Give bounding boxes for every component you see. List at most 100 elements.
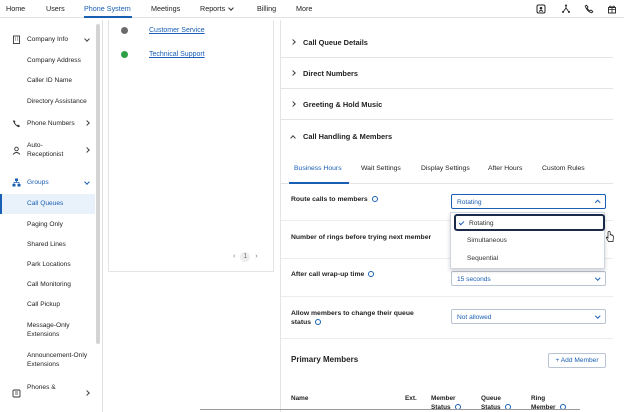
chevron-right-icon (84, 120, 90, 126)
queue-link-customer-service[interactable]: Customer Service (149, 27, 205, 34)
sidebar-item-announcement-only-extensions[interactable]: Announcement-Only Extensions (0, 351, 95, 369)
sidebar-item-call-monitoring[interactable]: Call Monitoring (0, 280, 95, 289)
nav-billing[interactable]: Billing (257, 4, 276, 13)
groups-icon (12, 178, 21, 187)
info-icon[interactable] (315, 319, 322, 325)
allow-change-select[interactable]: Not allowed (451, 309, 606, 324)
receptionist-icon (12, 146, 21, 155)
allow-change-label-text2: status (291, 319, 312, 326)
section-direct-numbers[interactable]: Direct Numbers (281, 59, 613, 89)
list-item[interactable]: Technical Support (109, 44, 275, 68)
tab-business-hours[interactable]: Business Hours (294, 165, 342, 172)
nav-reports[interactable]: Reports (200, 4, 235, 13)
sidebar-item-directory-assistance[interactable]: Directory Assistance (0, 97, 95, 106)
pager-page[interactable]: 1 (240, 252, 251, 262)
sidebar-item-caller-id-name[interactable]: Caller ID Name (0, 76, 95, 85)
chevron-up-icon (290, 135, 296, 141)
sidebar-item-label: Company Info (27, 36, 69, 43)
sidebar-item-company-info[interactable]: Company Info (0, 35, 95, 44)
dropdown-option-label: Simultaneous (467, 237, 507, 244)
sidebar-item-phones-devices[interactable]: Phones & (0, 383, 95, 398)
sidebar-item-call-pickup[interactable]: Call Pickup (0, 300, 95, 309)
section-call-handling-members[interactable]: Call Handling & Members (281, 122, 613, 152)
contact-card-icon[interactable] (536, 4, 546, 14)
tab-after-hours[interactable]: After Hours (488, 165, 522, 172)
tab-custom-rules[interactable]: Custom Rules (542, 165, 585, 172)
divider (200, 409, 580, 410)
sidebar: Company Info Company Address Caller ID N… (0, 20, 103, 412)
sidebar-item-auto-receptionist[interactable]: Auto- Receptionist (0, 141, 95, 159)
nav-meetings[interactable]: Meetings (151, 4, 180, 13)
chevron-down-icon (84, 36, 90, 42)
section-title: Call Queue Details (303, 38, 368, 47)
nav-active-indicator (84, 16, 132, 18)
info-icon[interactable] (371, 196, 378, 202)
chevron-right-icon (84, 390, 90, 396)
route-calls-label-text: Route calls to members (291, 196, 368, 203)
sidebar-item-label: Phones & (27, 384, 56, 391)
dropdown-option-sequential[interactable]: Sequential (451, 250, 604, 268)
sidebar-item-label: Phone Numbers (27, 120, 75, 127)
wrapup-select[interactable]: 15 seconds (451, 271, 606, 286)
section-title: Direct Numbers (303, 69, 359, 78)
dropdown-option-rotating[interactable]: Rotating (454, 214, 605, 231)
sidebar-item-message-only-extensions[interactable]: Message-Only Extensions (0, 321, 95, 339)
rings-label: Number of rings before trying next membe… (291, 234, 432, 241)
tab-active-indicator (289, 182, 349, 184)
chevron-right-icon (290, 101, 296, 107)
tab-display-settings[interactable]: Display Settings (421, 165, 470, 172)
gift-icon[interactable] (607, 4, 617, 14)
call-queue-list: Customer Service Technical Support ‹ 1 › (108, 20, 274, 272)
sidebar-item-label: Groups (27, 179, 49, 186)
phone-icon[interactable] (584, 4, 594, 14)
nav-users[interactable]: Users (46, 4, 65, 13)
sidebar-item-call-queues[interactable]: Call Queues (0, 194, 95, 214)
queue-link-technical-support[interactable]: Technical Support (149, 51, 205, 58)
settings-tabs: Business Hours Wait Settings Display Set… (281, 158, 613, 184)
pager-prev-icon[interactable]: ‹ (233, 253, 235, 260)
building-icon (13, 35, 20, 44)
tab-wait-settings[interactable]: Wait Settings (361, 165, 401, 172)
info-icon[interactable] (368, 271, 375, 277)
section-title: Greeting & Hold Music (303, 100, 383, 109)
column-header-text: Member (431, 395, 456, 402)
allow-change-label-text: Allow members to change their queue (291, 310, 414, 317)
sidebar-item-park-locations[interactable]: Park Locations (0, 260, 95, 269)
device-icon (12, 389, 21, 398)
sidebar-item-company-address[interactable]: Company Address (0, 56, 95, 65)
add-member-button[interactable]: + Add Member (548, 353, 606, 368)
chevron-right-icon (290, 39, 296, 45)
sidebar-scrollbar[interactable] (96, 24, 100, 344)
chevron-down-icon (594, 313, 600, 319)
route-calls-select[interactable]: Rotating (451, 194, 606, 209)
dropdown-option-simultaneous[interactable]: Simultaneous (451, 232, 604, 250)
status-dot (121, 51, 128, 58)
wrapup-label-text: After call wrap-up time (291, 271, 365, 278)
wrapup-value: 15 seconds (457, 275, 491, 283)
allow-change-value: Not allowed (457, 313, 492, 321)
nav-reports-label: Reports (200, 4, 226, 13)
chevron-down-icon (84, 179, 90, 185)
nav-phone-system[interactable]: Phone System (84, 4, 131, 13)
section-greeting-hold-music[interactable]: Greeting & Hold Music (281, 90, 613, 120)
sidebar-item-phone-numbers[interactable]: Phone Numbers (0, 119, 95, 128)
column-header-ext[interactable]: Ext. (405, 394, 417, 403)
pagination: ‹ 1 › (233, 252, 258, 262)
section-call-queue-details[interactable]: Call Queue Details (281, 28, 613, 58)
chevron-right-icon (290, 70, 296, 76)
nav-home[interactable]: Home (6, 4, 25, 13)
dropdown-option-label: Sequential (467, 255, 499, 262)
nav-more[interactable]: More (296, 4, 312, 13)
check-icon (458, 219, 465, 226)
column-header-name[interactable]: Name (291, 394, 308, 403)
list-item[interactable]: Customer Service (109, 20, 275, 44)
pager-next-icon[interactable]: › (255, 253, 257, 260)
chevron-up-icon (594, 200, 600, 206)
org-tree-icon[interactable] (561, 4, 571, 14)
sidebar-item-groups[interactable]: Groups (0, 178, 95, 187)
route-calls-dropdown-menu: Rotating Simultaneous Sequential (450, 212, 605, 269)
divider (281, 296, 613, 297)
sidebar-item-shared-lines[interactable]: Shared Lines (0, 240, 95, 249)
sidebar-item-paging-only[interactable]: Paging Only (0, 220, 95, 229)
status-dot (121, 27, 128, 34)
